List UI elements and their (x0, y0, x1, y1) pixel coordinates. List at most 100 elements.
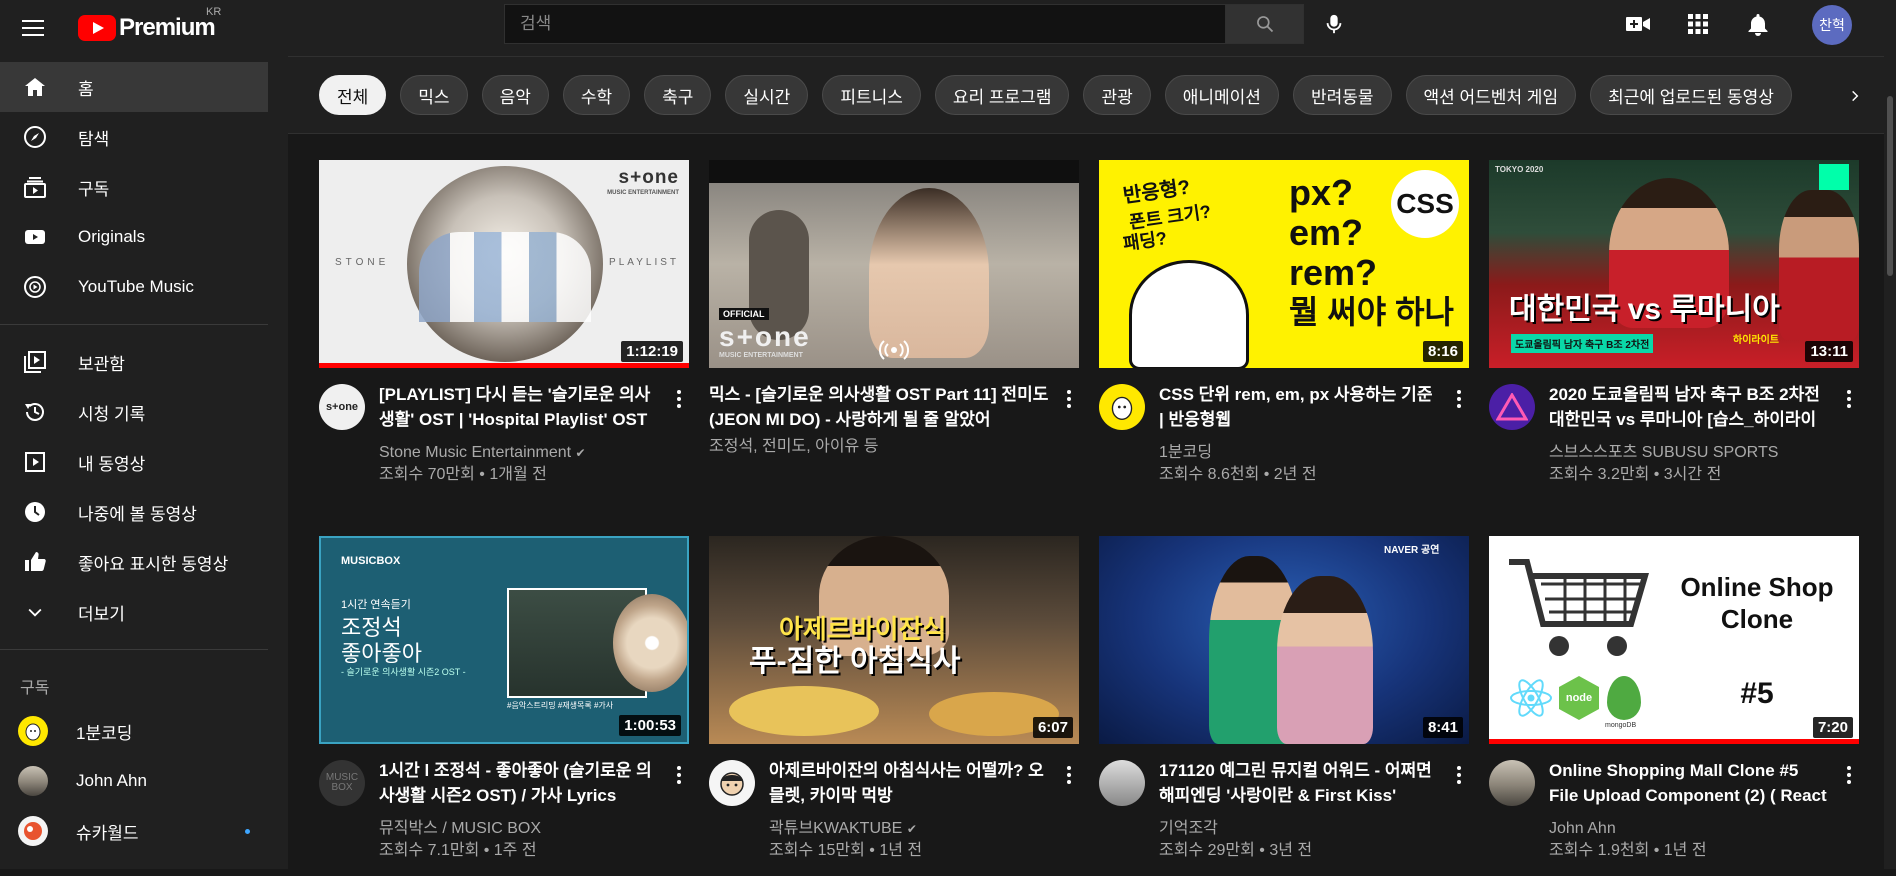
action-menu-button[interactable] (1061, 760, 1077, 790)
video-title[interactable]: 아제르바이잔의 아침식사는 어떨까? 오믈렛, 카이막 먹방 (769, 758, 1049, 808)
watch-progress-bar (1489, 739, 1859, 744)
sidebar-item-youtube-music[interactable]: YouTube Music (0, 262, 268, 312)
sidebar-item-subscriptions[interactable]: 구독 (0, 162, 268, 212)
chip-mix[interactable]: 믹스 (400, 75, 468, 115)
omelette-dish (729, 686, 879, 736)
chip-soccer[interactable]: 축구 (644, 75, 712, 115)
chip-pets[interactable]: 반려동물 (1292, 75, 1392, 115)
chip-animation[interactable]: 애니메이션 (1164, 75, 1279, 115)
channel-avatar[interactable] (1099, 384, 1145, 430)
create-video-button[interactable] (1624, 10, 1652, 38)
action-menu-button[interactable] (1841, 384, 1857, 414)
sidebar-divider (0, 649, 268, 650)
sidebar-item-my-videos[interactable]: 내 동영상 (0, 437, 268, 487)
sidebar-item-explore[interactable]: 탐색 (0, 112, 268, 162)
action-menu-button[interactable] (671, 760, 687, 790)
video-meta: 기억조각 조회수 29만회 • 3년 전 (1159, 818, 1449, 862)
channel-avatar[interactable] (1489, 760, 1535, 806)
action-menu-button[interactable] (1841, 760, 1857, 790)
video-title[interactable]: CSS 단위 rem, em, px 사용하는 기준 | 반응형웹 (1159, 382, 1439, 432)
channel-avatar[interactable] (709, 760, 755, 806)
channel-avatar[interactable] (1099, 760, 1145, 806)
video-title[interactable]: 1시간 l 조정석 - 좋아좋아 (슬기로운 의사생활 시즌2 OST) / 가… (379, 758, 659, 808)
apps-button[interactable] (1684, 10, 1712, 38)
video-thumbnail[interactable]: node mongoDB Online Shop Clone #5 7:20 (1489, 536, 1859, 744)
channel-name[interactable]: John Ahn (1549, 818, 1839, 840)
video-title[interactable]: 믹스 - [슬기로운 의사생활 OST Part 11] 전미도 (JEON M… (709, 382, 1049, 432)
thumbnail-line: - 슬기로운 의사생활 시즌2 OST - (341, 667, 466, 677)
channel-name[interactable]: 1분코딩 (1159, 442, 1449, 464)
sidebar-item-label: YouTube Music (78, 277, 194, 296)
account-avatar-button[interactable]: 찬혁 (1812, 5, 1852, 45)
video-thumbnail[interactable]: TOKYO 2020 대한민국 vs 루마니아 도쿄올림픽 남자 축구 B조 2… (1489, 160, 1859, 368)
action-menu-button[interactable] (671, 384, 687, 414)
channel-avatar[interactable]: MUSIC BOX (319, 760, 365, 806)
chip-fitness[interactable]: 피트니스 (822, 75, 921, 115)
thumbnail-main-text: Online Shop (1680, 572, 1834, 602)
video-thumbnail[interactable]: NAVER 공연 8:41 (1099, 536, 1469, 744)
sidebar-subscription-john-ahn[interactable]: John Ahn (0, 756, 268, 806)
thumbnail-question: 반응형? (1121, 176, 1192, 208)
channel-name[interactable]: 기억조각 (1159, 818, 1449, 840)
sidebar-subscription-1bun-coding[interactable]: 1분코딩 (0, 706, 268, 756)
my-videos-icon (22, 449, 48, 475)
video-title[interactable]: 171120 예그린 뮤지컬 어워드 - 어쩌면 해피엔딩 '사랑이란 & Fi… (1159, 758, 1439, 808)
chip-math[interactable]: 수학 (562, 75, 631, 115)
youtube-premium-logo[interactable]: Premium (78, 12, 216, 44)
chip-all[interactable]: 전체 (319, 75, 387, 115)
chip-music[interactable]: 음악 (481, 75, 549, 115)
action-menu-button[interactable] (1061, 384, 1077, 414)
video-duration: 8:41 (1422, 717, 1463, 738)
search-input[interactable] (504, 4, 1226, 44)
video-thumbnail[interactable]: 반응형? 폰트 크기? 패딩? px? em? rem? 뭘 써야 하나 CSS… (1099, 160, 1469, 368)
channel-name[interactable]: 뮤직박스 / MUSIC BOX (379, 818, 669, 840)
sidebar-item-watch-later[interactable]: 나중에 볼 동영상 (0, 487, 268, 537)
chip-action-adventure[interactable]: 액션 어드벤처 게임 (1405, 75, 1577, 115)
search-icon (1256, 16, 1273, 33)
history-icon (22, 399, 48, 425)
originals-icon (22, 224, 48, 250)
guide-menu-button[interactable] (20, 14, 48, 42)
mongodb-label: mongoDB (1605, 722, 1637, 729)
action-menu-button[interactable] (1451, 760, 1467, 790)
channel-name[interactable]: 곽튜브KWAKTUBE ✔ (769, 818, 1059, 840)
video-thumbnail[interactable]: s+one MUSIC ENTERTAINMENT STONE PLAYLIST… (319, 160, 689, 368)
video-title[interactable]: 2020 도쿄올림픽 남자 축구 B조 2차전 대한민국 vs 루마니아 [습스… (1549, 382, 1829, 432)
action-menu-button[interactable] (1451, 384, 1467, 414)
home-icon (22, 74, 48, 100)
logo-text: Premium (119, 14, 216, 41)
chip-tourism[interactable]: 관광 (1083, 75, 1151, 115)
sidebar-item-history[interactable]: 시청 기록 (0, 387, 268, 437)
channel-name[interactable]: Stone Music Entertainment ✔ (379, 442, 669, 464)
video-thumbnail[interactable]: 아제르바이잔식 푸-짐한 아침식사 6:07 (709, 536, 1079, 744)
video-thumbnail[interactable]: MUSICBOX 1시간 연속듣기 조정석 좋아좋아 - 슬기로운 의사생활 시… (319, 536, 689, 744)
chips-next-button[interactable] (1806, 57, 1896, 133)
search-button[interactable] (1226, 4, 1304, 44)
notifications-button[interactable] (1744, 10, 1772, 38)
scrollbar-thumb[interactable] (1887, 96, 1893, 276)
sidebar-item-originals[interactable]: Originals (0, 212, 268, 262)
chip-live[interactable]: 실시간 (725, 75, 809, 115)
channel-avatar[interactable]: s+one (319, 384, 365, 430)
channel-avatar[interactable] (1489, 384, 1535, 430)
video-title[interactable]: Online Shopping Mall Clone #5 File Uploa… (1549, 758, 1829, 808)
sidebar-item-show-more[interactable]: 더보기 (0, 587, 268, 637)
page-scrollbar[interactable] (1884, 56, 1896, 869)
chip-recently-uploaded[interactable]: 최근에 업로드된 동영상 (1590, 75, 1792, 115)
sidebar-item-liked-videos[interactable]: 좋아요 표시한 동영상 (0, 537, 268, 587)
thumbnail-subtitle: 도쿄올림픽 남자 축구 B조 2차전 (1511, 334, 1654, 353)
channel-name[interactable]: 스브스스포츠 SUBUSU SPORTS (1549, 442, 1839, 464)
thumbnail-right-label: PLAYLIST (609, 257, 679, 268)
compass-icon (22, 124, 48, 150)
sidebar-subscription-syuka-world[interactable]: 슈카월드 (0, 806, 268, 856)
apps-grid-icon (1688, 14, 1708, 34)
video-meta: 조정석, 전미도, 아이유 등 (709, 436, 999, 458)
video-meta: 스브스스포츠 SUBUSU SPORTS 조회수 3.2만회 • 3시간 전 (1549, 442, 1839, 486)
sidebar-item-home[interactable]: 홈 (0, 62, 268, 112)
video-duration: 1:00:53 (619, 715, 681, 736)
chip-cooking[interactable]: 요리 프로그램 (934, 75, 1070, 115)
video-thumbnail[interactable]: OFFICIAL s+one MUSIC ENTERTAINMENT (709, 160, 1079, 368)
video-title[interactable]: [PLAYLIST] 다시 듣는 '슬기로운 의사생활' OST | 'Hosp… (379, 382, 659, 432)
voice-search-button[interactable] (1320, 10, 1348, 38)
sidebar-item-library[interactable]: 보관함 (0, 337, 268, 387)
